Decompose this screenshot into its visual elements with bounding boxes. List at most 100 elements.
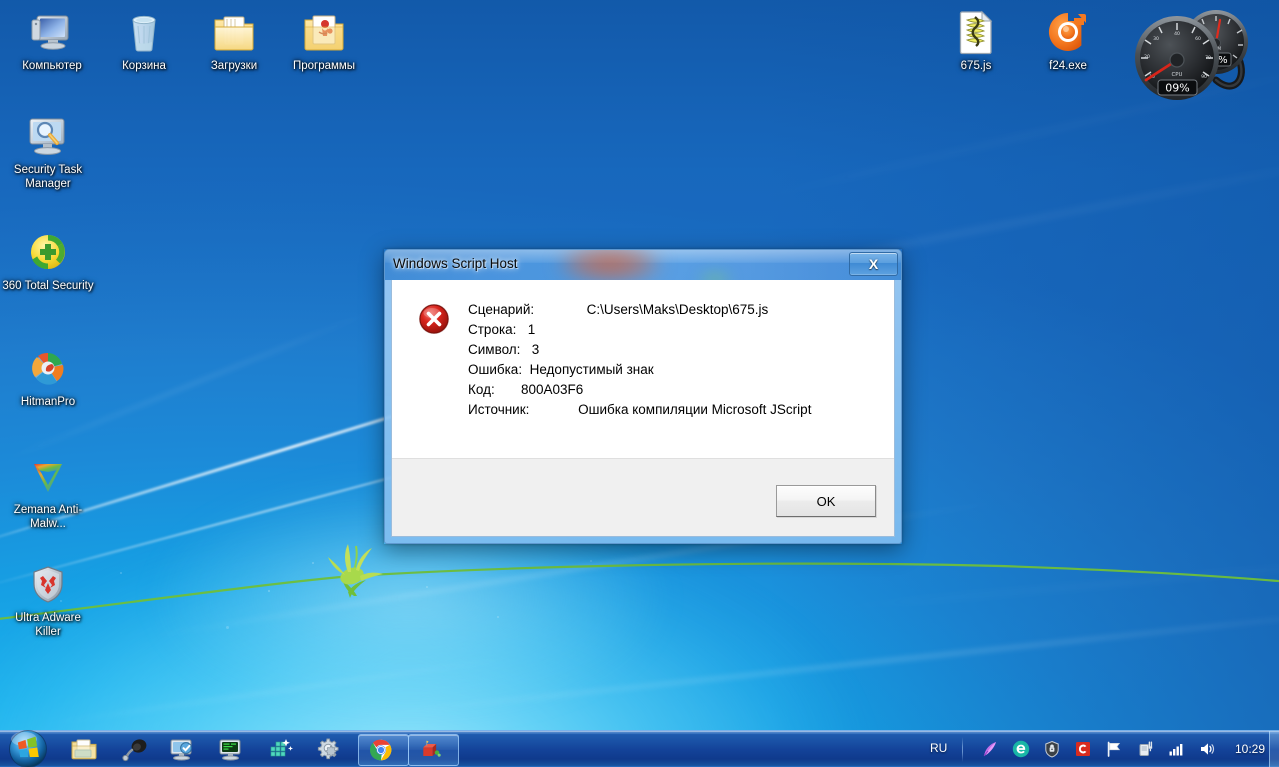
desktop-icon-label: 360 Total Security [2,280,94,292]
svg-text:60: 60 [1195,36,1201,42]
tray-volume-tray[interactable] [1198,740,1216,758]
teal-e-icon [1012,740,1030,758]
desktop-icon-downloads[interactable]: Загрузки [188,8,280,73]
error-line-value: 1 [527,322,536,337]
recycle-bin-icon [120,8,168,56]
desktop-icon-programs[interactable]: Программы [278,8,370,73]
error-line: Сценарий: C:\Users\Maks\Desktop\675.js [468,300,884,320]
desktop-icon-label: Загрузки [210,60,258,72]
taskbar-explorer[interactable] [70,735,98,763]
tray-zemana-tray[interactable] [981,740,999,758]
svg-text:30: 30 [1153,36,1159,42]
error-line: Символ: 3 [468,340,884,360]
desktop-icon-zemana[interactable]: Zemana Anti-Malw... [2,452,94,531]
error-line-key: Код: [468,382,495,397]
desktop-icon-label: Security Task Manager [13,164,83,190]
cpu-meter-gadget[interactable]: MEM 46% 403020 100 607090 100 [1120,2,1260,102]
flag-icon [1105,740,1123,758]
usb-eject-icon [1136,740,1154,758]
taskbar-network-tools[interactable] [266,735,294,763]
shield-plus-icon [24,228,72,276]
desktop-icon-script-675-js[interactable]: 675.js [930,8,1022,73]
error-line-gap [516,322,527,337]
gadget-cpu-label: CPU [1172,72,1183,78]
taskbar-task-google-chrome[interactable] [358,734,409,766]
svg-text:90: 90 [1201,74,1207,80]
zemana-feather-icon [981,740,999,758]
desktop-icon-hitmanpro[interactable]: HitmanPro [2,344,94,409]
show-desktop-button[interactable] [1269,731,1279,767]
tray-security-tray[interactable] [1043,740,1061,758]
dialog-footer: OK [392,458,894,536]
red-c-icon [1074,740,1092,758]
computer-icon [28,8,76,56]
signal-bars-icon [1167,740,1185,758]
chrome-icon [369,738,393,762]
taskbar-task-app-window[interactable] [408,734,459,766]
error-line: Источник: Ошибка компиляции Microsoft JS… [468,400,884,420]
dialog-titlebar[interactable]: Windows Script Host X [385,250,901,280]
shield-dark-icon [1043,740,1061,758]
adware-shield-icon [24,560,72,608]
clock[interactable]: 10:29 [1235,742,1265,756]
desktop-icon-label: Zemana Anti-Malw... [13,504,83,530]
error-line: Ошибка: Недопустимый знак [468,360,884,380]
error-detail-text: Сценарий: C:\Users\Maks\Desktop\675.js Ст… [468,300,884,420]
dialog-body: Сценарий: C:\Users\Maks\Desktop\675.js Ст… [391,280,895,537]
error-line-value: Ошибка компиляции Microsoft JScript [578,402,812,417]
aero-glass-blur [685,264,745,280]
error-line-key: Ошибка: [468,362,523,377]
language-indicator[interactable]: RU [930,741,947,755]
svg-text:20: 20 [1144,54,1150,60]
tray-network-tray[interactable] [1167,740,1185,758]
error-line-gap [495,382,521,397]
desktop-icon-label: Корзина [122,60,166,72]
error-icon [419,304,449,334]
dialog-frame: Windows Script Host X Сценарий: C:\Users… [384,249,902,544]
error-line-key: Источник: [468,402,530,417]
tray-removable-media[interactable] [1136,740,1154,758]
error-line-gap [534,302,587,317]
desktop-icon-f24-exe[interactable]: f24.exe [1022,8,1114,73]
start-button[interactable] [2,727,54,767]
taskbar-remote-desktop[interactable] [168,735,196,763]
desktop-icon-label: Ultra Adware Killer [15,612,81,638]
red-cube-icon [419,738,443,762]
taskbar-settings[interactable] [315,735,343,763]
system-tray: RU 10:29 [910,731,1279,767]
error-line: Строка: 1 [468,320,884,340]
taskbar-terminal[interactable] [217,735,245,763]
error-line-key: Сценарий: [468,302,535,317]
error-line-gap [529,402,578,417]
desktop-icon-label: 675.js [960,60,992,72]
desktop-icon-recycle-bin[interactable]: Корзина [98,8,190,73]
close-icon: X [868,256,879,272]
folder-red-icon [300,8,348,56]
desktop-icon-360-total-security[interactable]: 360 Total Security [2,228,94,293]
svg-text:40: 40 [1174,31,1180,37]
desktop-icon-security-task-manager[interactable]: Security Task Manager [2,112,94,191]
dialog-title: Windows Script Host [393,256,518,271]
error-line-key: Строка: [468,322,517,337]
error-line: Код: 800A03F6 [468,380,884,400]
taskbar-media-speaker[interactable] [119,735,147,763]
desktop-icon-label: HitmanPro [20,396,76,408]
error-line-value: Недопустимый знак [529,362,654,377]
tray-edge-tray[interactable] [1012,740,1030,758]
svg-text:70: 70 [1205,55,1211,61]
taskbar: RU 10:29 [0,730,1279,767]
tray-comodo-tray[interactable] [1074,740,1092,758]
desktop-screen: Компьютер Корзина Загрузки Программы Securit… [0,0,1279,767]
desktop-icon-ultra-adware-killer[interactable]: Ultra Adware Killer [2,560,94,639]
error-line-key: Символ: [468,342,521,357]
speaker-horn-icon [119,735,147,763]
folder-explorer-icon [70,735,98,763]
error-line-value: C:\Users\Maks\Desktop\675.js [586,302,769,317]
js-script-icon [952,8,1000,56]
desktop-icon-computer[interactable]: Компьютер [6,8,98,73]
close-button[interactable]: X [849,252,898,276]
tray-action-center[interactable] [1105,740,1123,758]
ok-button[interactable]: OK [776,485,876,517]
monitor-search-icon [24,112,72,160]
tray-divider [962,737,963,762]
